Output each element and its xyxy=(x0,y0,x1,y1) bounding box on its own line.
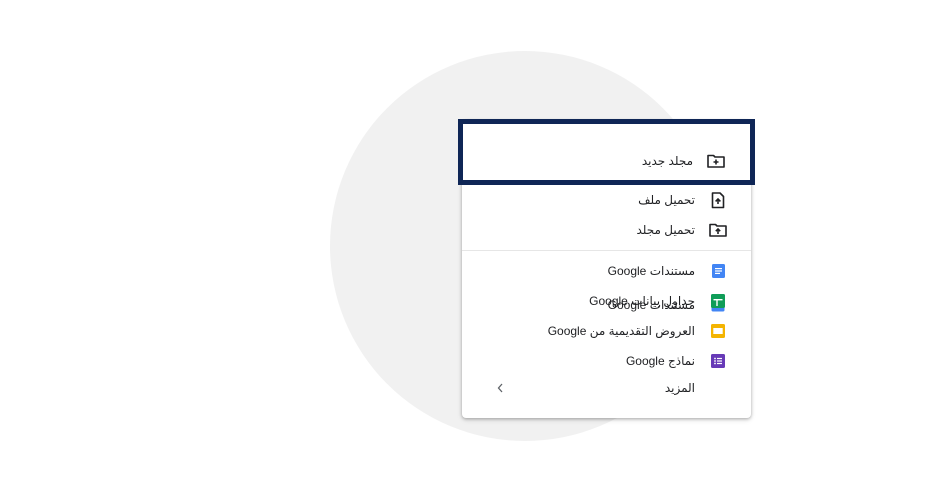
menu-item-upload-folder[interactable]: تحميل مجلد xyxy=(462,215,751,245)
slides-icon xyxy=(707,320,729,342)
chevron-left-icon xyxy=(495,381,505,395)
stage: مستندات Google تحميل ملف تحميل مجلد مستن… xyxy=(0,0,944,484)
menu-item-google-forms[interactable]: نماذج Google xyxy=(462,346,751,376)
docs-icon xyxy=(707,260,729,282)
upload-file-icon xyxy=(707,189,729,211)
menu-item-google-docs[interactable]: مستندات Google xyxy=(462,256,751,286)
menu-item-label: نماذج Google xyxy=(625,354,695,368)
new-folder-highlight: مجلد جديد xyxy=(458,119,755,185)
menu-item-new-folder[interactable]: مجلد جديد xyxy=(462,146,749,176)
sheets-icon xyxy=(707,290,729,312)
menu-item-more[interactable]: المزيد xyxy=(462,373,751,403)
menu-item-label: العروض التقديمية من Google xyxy=(547,324,695,338)
menu-item-google-slides[interactable]: العروض التقديمية من Google xyxy=(462,316,751,346)
upload-folder-icon xyxy=(707,219,729,241)
menu-item-label: تحميل مجلد xyxy=(636,223,695,237)
menu-divider xyxy=(462,250,751,251)
menu-item-google-sheets[interactable]: جداول بيانات Google xyxy=(462,286,751,316)
new-folder-icon xyxy=(705,150,727,172)
menu-item-label: المزيد xyxy=(664,381,695,395)
forms-icon xyxy=(707,350,729,372)
menu-item-upload-file[interactable]: تحميل ملف xyxy=(462,185,751,215)
menu-item-label: مجلد جديد xyxy=(641,154,693,168)
menu-item-label: مستندات Google xyxy=(607,264,695,278)
menu-item-label: جداول بيانات Google xyxy=(589,294,695,308)
menu-item-label: تحميل ملف xyxy=(638,193,695,207)
